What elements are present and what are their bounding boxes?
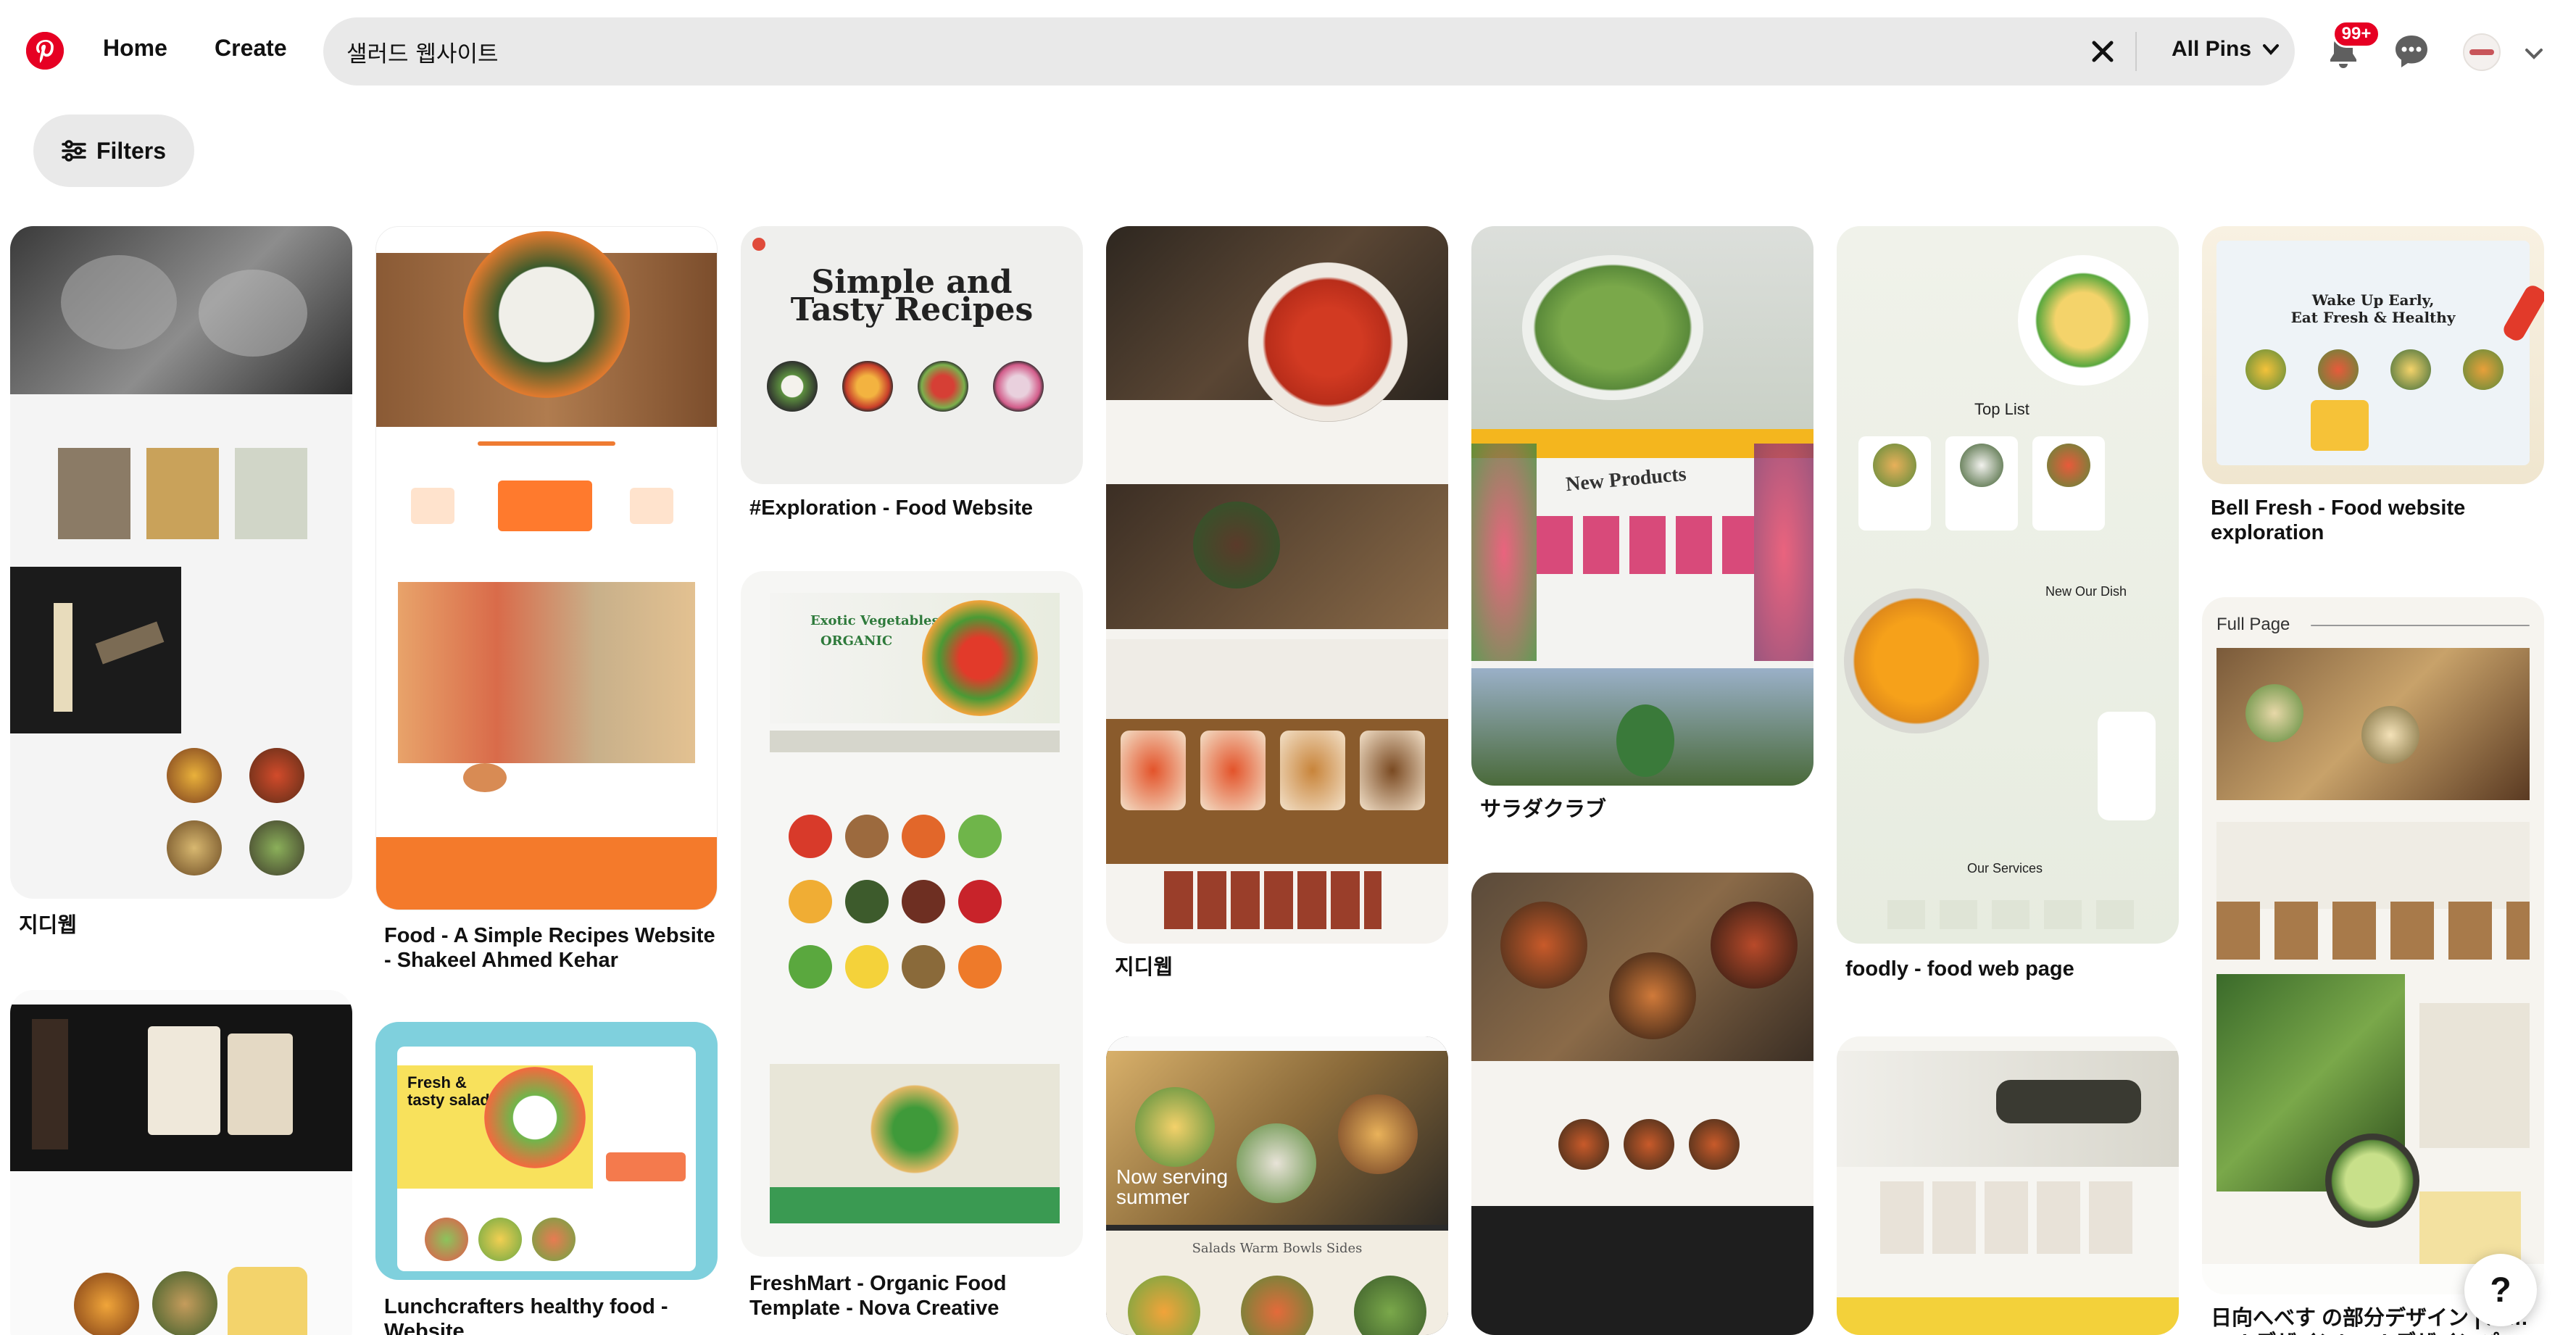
pin-card[interactable] (10, 990, 352, 1335)
pin-tabs-text: Salads Warm Bowls Sides (1192, 1241, 1363, 1256)
nav-create[interactable]: Create (215, 35, 287, 62)
notifications-badge: 99+ (2332, 20, 2380, 48)
nav-home[interactable]: Home (103, 35, 167, 62)
search-scope-dropdown[interactable]: All Pins (2172, 37, 2280, 62)
pin-title: 지디웹 (19, 914, 78, 937)
pin-card[interactable]: Wake Up Early, Eat Fresh & Healthy Bell … (2202, 226, 2544, 544)
pin-card[interactable]: Now serving summer Salads Warm Bowls Sid… (1106, 1036, 1448, 1335)
pin-image (375, 226, 718, 910)
pin-section-text-2: New Our Dish (2045, 584, 2127, 599)
pin-image: Exotic Vegetables ORGANIC (741, 571, 1083, 1257)
pin-image (10, 226, 352, 899)
search-bar: All Pins (323, 17, 2295, 86)
pin-image: Now serving summer Salads Warm Bowls Sid… (1106, 1036, 1448, 1335)
search-divider (2135, 32, 2137, 71)
search-scope-label: All Pins (2172, 37, 2252, 61)
pin-image (1471, 873, 1813, 1335)
avatar-mark (2469, 49, 2494, 55)
pin-title: Bell Fresh - Food website exploration (2211, 496, 2466, 544)
pin-card[interactable]: Full Page 日向へべす の部分デザイン | パ… Webデザイン| We… (2202, 597, 2544, 1335)
pin-banner-text: New Products (1564, 462, 1687, 496)
pin-title: foodly - food web page (1845, 957, 2074, 981)
chevron-down-icon (2263, 44, 2280, 55)
pin-hero-text-1: Wake Up Early, (2311, 291, 2435, 309)
pin-card[interactable]: Exotic Vegetables ORGANIC FreshMart - Or… (741, 571, 1083, 1320)
pin-section-text-1: Top List (1974, 400, 2029, 418)
pin-title: #Exploration - Food Website (749, 496, 1033, 520)
pin-card[interactable]: 지디웹 (1106, 226, 1448, 979)
pin-image: Fresh & tasty salads (375, 1022, 718, 1280)
pin-hero-text: Now serving summer (1116, 1165, 1229, 1208)
pin-title: FreshMart - Organic Food Template - Nova… (749, 1272, 1007, 1320)
top-navigation-bar: Home Create All Pins 99+ (0, 0, 2576, 106)
pin-label: Full Page (2216, 615, 2290, 634)
pin-image: New Products (1471, 226, 1813, 786)
pin-card[interactable]: Simple and Tasty Recipes #Exploration - … (741, 226, 1083, 520)
help-button[interactable]: ? (2464, 1254, 2537, 1326)
pin-hero-text-1: Exotic Vegetables (810, 613, 939, 628)
pin-image (1837, 1036, 2179, 1335)
filters-label: Filters (96, 137, 167, 164)
pin-section-text-3: Our Services (1967, 861, 2043, 876)
pin-title: Lunchcrafters healthy food - Website (384, 1295, 668, 1335)
pin-title: Food - A Simple Recipes Website - Shakee… (384, 924, 715, 972)
pin-title: サラダクラブ (1480, 798, 1607, 821)
pinterest-logo[interactable] (26, 32, 64, 70)
pin-hero-title-2: Tasty Recipes (790, 291, 1034, 328)
user-avatar[interactable] (2463, 33, 2501, 71)
pin-title: 지디웹 (1115, 956, 1173, 979)
filters-sliders-icon (62, 140, 86, 162)
pin-card[interactable] (1837, 1036, 2179, 1335)
pin-hero-text-2: Eat Fresh & Healthy (2290, 309, 2456, 326)
filters-button[interactable]: Filters (33, 115, 194, 187)
pin-image: Simple and Tasty Recipes (741, 226, 1083, 484)
pin-image: Top List New Our Dish Our Services (1837, 226, 2179, 944)
pin-image (10, 990, 352, 1335)
clear-search-icon[interactable] (2086, 35, 2119, 68)
pin-image (1106, 226, 1448, 944)
pin-image: Wake Up Early, Eat Fresh & Healthy (2202, 226, 2544, 484)
messages-icon[interactable] (2393, 33, 2430, 70)
pin-card[interactable]: Fresh & tasty salads Lunchcrafters healt… (375, 1022, 718, 1335)
account-chevron-down-icon[interactable] (2521, 41, 2547, 67)
pin-card[interactable] (1471, 873, 1813, 1335)
pin-card[interactable]: New Products サラダクラブ (1471, 226, 1813, 821)
search-input[interactable] (346, 17, 2086, 86)
pinterest-logo-icon (26, 32, 64, 70)
pin-hero-text-2: ORGANIC (820, 633, 893, 649)
pin-image: Full Page (2202, 597, 2544, 1294)
pin-card[interactable]: 지디웹 (10, 226, 352, 937)
pin-card[interactable]: Food - A Simple Recipes Website - Shakee… (375, 226, 718, 972)
pin-card[interactable]: Top List New Our Dish Our Services foodl… (1837, 226, 2179, 981)
